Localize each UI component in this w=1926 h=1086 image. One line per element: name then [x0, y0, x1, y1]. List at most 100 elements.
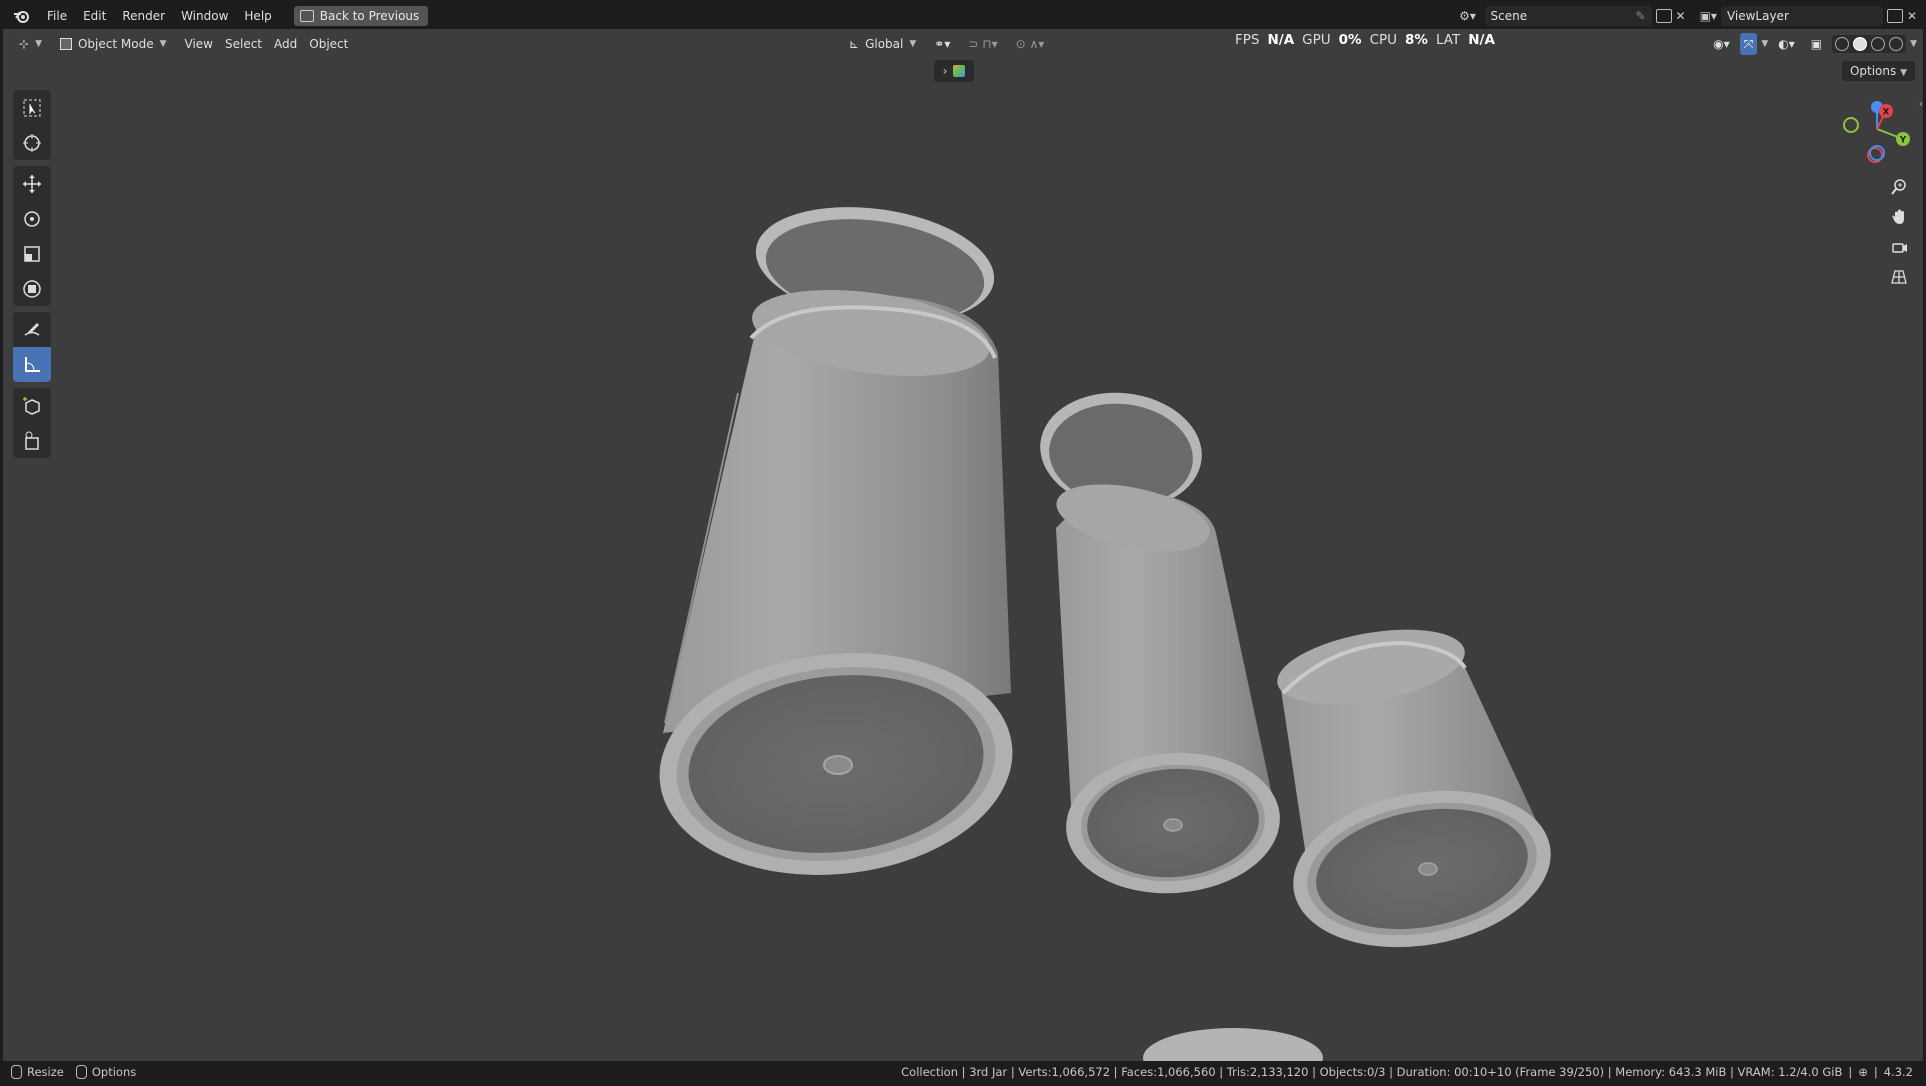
network-globe-icon[interactable]: ⊕ [1858, 1065, 1868, 1079]
rendered-shading-icon[interactable] [1889, 37, 1904, 51]
sidebar-toggle-icon[interactable]: ‹ [1919, 99, 1923, 110]
pivot-point-icon[interactable]: ⚭▾ [928, 33, 956, 55]
zoom-icon[interactable] [1885, 175, 1913, 199]
status-bar: Resize Options Collection | 3rd Jar | Ve… [3, 1061, 1923, 1083]
rotate-tool-icon[interactable] [13, 201, 51, 236]
select-menu[interactable]: Select [219, 33, 268, 55]
menu-render[interactable]: Render [114, 5, 173, 27]
scene-name: Scene [1490, 9, 1528, 23]
editor-type-dropdown[interactable]: ⊹ ▼ [13, 33, 48, 55]
top-menu-bar: File Edit Render Window Help Back to Pre… [3, 3, 1923, 29]
xray-toggle-icon[interactable]: ▣ [1805, 33, 1828, 55]
y-axis-label: Y [1899, 136, 1907, 146]
scene-selector[interactable]: Scene ✎ [1484, 6, 1652, 26]
annotate-tool-icon[interactable] [13, 312, 51, 347]
chevron-down-icon[interactable]: ▼ [1761, 39, 1768, 49]
orientation-icon: ⊾ [849, 37, 860, 51]
version-label: 4.3.2 [1883, 1065, 1913, 1079]
add-cube-tool-icon[interactable] [13, 388, 51, 423]
overlay-toggle-icon[interactable]: ◐▾ [1772, 33, 1801, 55]
camera-view-icon[interactable] [1885, 235, 1913, 259]
transform-controls: ⊾ Global ▼ ⚭▾ ⊃ ⊓▾ ⊙ ∧▾ [843, 33, 1050, 55]
jar-small[interactable] [1272, 617, 1564, 966]
status-shortcuts: Resize Options [3, 1065, 136, 1079]
gpu-value: 0% [1338, 32, 1362, 48]
jar-large[interactable] [648, 193, 1023, 892]
perspective-grid-icon[interactable] [1885, 265, 1913, 289]
cursor-tool-icon[interactable] [13, 125, 51, 160]
scene-browse-icon[interactable]: ⚙▾ [1455, 9, 1481, 23]
transform-tool-icon[interactable] [13, 271, 51, 306]
resize-hint: Resize [11, 1065, 64, 1079]
blender-window: File Edit Render Window Help Back to Pre… [3, 3, 1923, 1083]
cpu-label: CPU [1369, 32, 1398, 48]
performance-readout: FPS N/A GPU 0% CPU 8% LAT N/A [1235, 29, 1495, 51]
proportional-edit-icon[interactable]: ⊙ ∧▾ [1010, 33, 1051, 55]
cpu-value: 8% [1405, 32, 1428, 48]
extrude-tool-icon[interactable] [13, 423, 51, 458]
resize-label: Resize [27, 1065, 64, 1079]
move-tool-icon[interactable] [13, 166, 51, 201]
mode-dropdown[interactable]: Object Mode ▼ [54, 33, 173, 55]
visibility-icon[interactable]: ◉▾ [1707, 33, 1736, 55]
back-to-previous-button[interactable]: Back to Previous [293, 6, 429, 26]
new-viewlayer-icon[interactable] [1886, 9, 1903, 23]
menu-window[interactable]: Window [173, 5, 236, 27]
options-label: Options [1849, 64, 1897, 78]
collapsed-header-button[interactable]: › [934, 60, 974, 82]
tool-group-annotate [13, 312, 51, 382]
menu-file[interactable]: File [39, 5, 75, 27]
neg-y-axis-icon[interactable] [1843, 117, 1859, 133]
select-box-tool-icon[interactable] [13, 90, 51, 125]
scale-tool-icon[interactable] [13, 236, 51, 271]
menu-help[interactable]: Help [236, 5, 279, 27]
lat-value: N/A [1468, 32, 1495, 48]
gpu-label: GPU [1302, 32, 1331, 48]
pin-icon[interactable]: ✎ [1635, 9, 1645, 23]
viewlayer-browse-icon[interactable]: ▣▾ [1700, 9, 1717, 23]
viewlayer-name: ViewLayer [1726, 9, 1789, 23]
x-axis-label: X [1883, 108, 1890, 118]
chevron-down-icon: ▼ [909, 39, 917, 49]
tool-shelf [13, 90, 51, 464]
chevron-down-icon[interactable]: ▼ [1910, 39, 1917, 49]
separator: | [1873, 1065, 1878, 1079]
separator: | [1848, 1065, 1853, 1079]
chevron-down-icon: ▼ [35, 39, 42, 49]
scene-statistics: Collection | 3rd Jar | Verts:1,066,572 |… [901, 1065, 1843, 1079]
tool-group-select [13, 90, 51, 160]
wireframe-shading-icon[interactable] [1835, 37, 1850, 51]
fps-label: FPS [1235, 32, 1260, 48]
view-menu[interactable]: View [179, 33, 219, 55]
fps-value: N/A [1267, 32, 1295, 48]
transform-orientation-dropdown[interactable]: ⊾ Global ▼ [843, 33, 922, 55]
remove-viewlayer-icon[interactable]: ✕ [1907, 9, 1917, 23]
object-mode-icon [59, 38, 72, 50]
measure-tool-icon[interactable] [13, 347, 51, 382]
navigation-buttons [1885, 175, 1913, 289]
pan-hand-icon[interactable] [1885, 205, 1913, 229]
solid-shading-icon[interactable] [1853, 37, 1868, 51]
viewlayer-selector[interactable]: ViewLayer [1720, 6, 1883, 26]
back-to-previous-label: Back to Previous [319, 9, 420, 23]
gizmo-toggle-icon[interactable]: ⤧ [1739, 33, 1758, 55]
mouse-right-icon [75, 1065, 87, 1079]
options-dropdown[interactable]: Options ▼ [1841, 61, 1915, 81]
jar-medium[interactable] [1034, 385, 1284, 900]
new-scene-icon[interactable] [1655, 9, 1672, 23]
tool-group-transform [13, 166, 51, 306]
blender-logo-icon[interactable] [11, 5, 33, 27]
menu-edit[interactable]: Edit [75, 5, 114, 27]
add-menu[interactable]: Add [268, 33, 303, 55]
mouse-left-icon [11, 1065, 22, 1079]
shading-mode-group [1832, 35, 1907, 53]
3d-viewport[interactable] [3, 3, 1923, 1083]
options-hint-label: Options [91, 1065, 137, 1079]
navigation-gizmo[interactable]: Y X [1837, 95, 1917, 175]
remove-scene-icon[interactable]: ✕ [1676, 9, 1686, 23]
chevron-down-icon: ▼ [1900, 68, 1907, 78]
snap-icon[interactable]: ⊃ ⊓▾ [962, 33, 1003, 55]
material-shading-icon[interactable] [1871, 37, 1886, 51]
object-menu[interactable]: Object [303, 33, 354, 55]
mode-label: Object Mode [77, 37, 154, 51]
